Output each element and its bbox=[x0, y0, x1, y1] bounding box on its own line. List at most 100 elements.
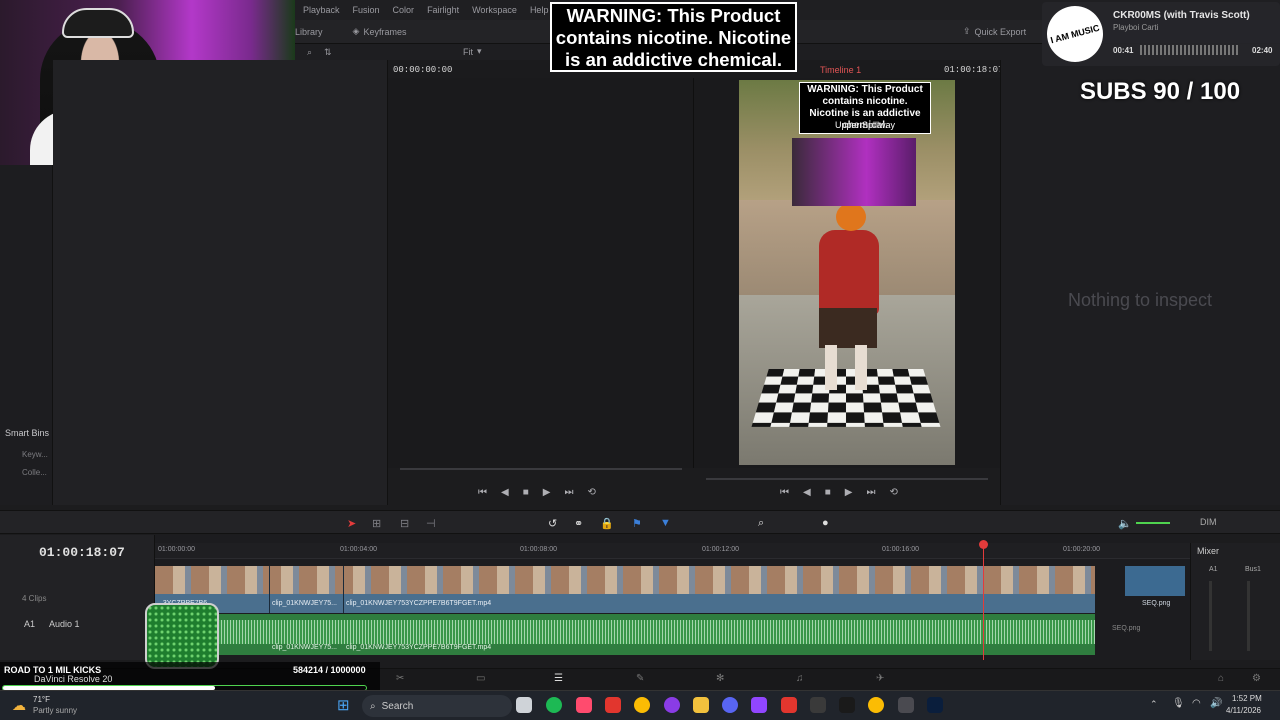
timeline-name[interactable]: Timeline 1 bbox=[820, 65, 861, 75]
media-page-icon[interactable]: ▭ bbox=[476, 673, 485, 684]
lock-icon[interactable]: 🔒 bbox=[600, 517, 614, 530]
volume-icon[interactable]: 🔈 bbox=[1118, 517, 1132, 530]
smart-bin-keywords[interactable]: Keyw... bbox=[22, 450, 48, 459]
color-page-icon[interactable]: ✻ bbox=[716, 673, 724, 684]
twitch-icon[interactable] bbox=[751, 697, 767, 713]
step-back-icon[interactable]: ◀ bbox=[803, 487, 811, 498]
skip-forward-icon[interactable]: ⏭ bbox=[564, 487, 573, 498]
dynamic-trim-icon[interactable]: ⊟ bbox=[400, 517, 409, 530]
skip-back-icon[interactable]: ⏮ bbox=[478, 487, 487, 498]
seq-png-clip[interactable] bbox=[1125, 566, 1185, 596]
loop-icon[interactable]: ⟲ bbox=[587, 487, 595, 498]
skip-forward-icon[interactable]: ⏭ bbox=[866, 487, 875, 498]
search-icon[interactable]: ⌕ bbox=[307, 47, 312, 58]
video-clip-label[interactable]: clip_01KNWJEY75... bbox=[272, 600, 337, 607]
blade-tool-icon[interactable]: ⊣ bbox=[426, 517, 436, 530]
playhead[interactable] bbox=[979, 540, 988, 660]
location-label: Upper Spillway bbox=[834, 120, 896, 130]
mic-icon[interactable]: 🎙 bbox=[1172, 698, 1185, 709]
video-app-icon[interactable] bbox=[605, 697, 621, 713]
smart-bin-collections[interactable]: Colle... bbox=[22, 468, 47, 477]
inspector-empty-text: Nothing to inspect bbox=[1067, 290, 1213, 310]
trim-tool-icon[interactable]: ⊞ bbox=[372, 517, 381, 530]
weather-desc[interactable]: Partly sunny bbox=[33, 706, 77, 715]
audio-track-name[interactable]: Audio 1 bbox=[49, 619, 80, 629]
menu-fusion[interactable]: Fusion bbox=[353, 5, 380, 15]
speaker-icon[interactable]: 🔊 bbox=[1210, 698, 1222, 709]
play-icon[interactable]: ▶ bbox=[845, 487, 853, 498]
clock-date[interactable]: 4/11/2026 bbox=[1226, 706, 1261, 715]
home-icon[interactable]: ⌂ bbox=[1218, 673, 1224, 684]
menu-fairlight[interactable]: Fairlight bbox=[427, 5, 459, 15]
clock-time[interactable]: 1:52 PM bbox=[1232, 694, 1262, 703]
playhead-handle[interactable] bbox=[979, 540, 988, 549]
character-leg bbox=[825, 345, 837, 390]
taskbar-search[interactable]: ⌕ Search bbox=[362, 695, 512, 717]
photoshop-icon[interactable] bbox=[927, 697, 943, 713]
chrome-alt-icon[interactable] bbox=[868, 697, 884, 713]
marker-icon[interactable]: ▼ bbox=[660, 517, 671, 529]
weather-icon[interactable]: ☁ bbox=[12, 697, 26, 714]
zoom-icon[interactable]: ⌕ bbox=[758, 517, 764, 530]
zoom-slider-icon[interactable]: ● bbox=[822, 517, 829, 529]
discord-icon[interactable] bbox=[722, 697, 738, 713]
folder-icon[interactable] bbox=[693, 697, 709, 713]
character-shorts bbox=[819, 308, 877, 348]
source-viewer[interactable]: ⏮ ◀ ■ ▶ ⏭ ⟲ bbox=[388, 78, 694, 498]
cut-page-icon[interactable]: ✂ bbox=[396, 673, 404, 684]
track-artist: Playboi Carti bbox=[1113, 23, 1159, 32]
step-back-icon[interactable]: ◀ bbox=[501, 487, 509, 498]
tray-chevron-icon[interactable]: ⌃ bbox=[1150, 699, 1158, 710]
fairlight-page-icon[interactable]: ♫ bbox=[796, 673, 804, 684]
program-scrubber[interactable] bbox=[706, 478, 988, 480]
video-clip-count: 4 Clips bbox=[22, 594, 47, 603]
windows-start-icon[interactable]: ⊞ bbox=[337, 696, 350, 714]
edit-page-icon[interactable]: ☰ bbox=[554, 673, 563, 684]
deliver-page-icon[interactable]: ✈ bbox=[876, 673, 884, 684]
menu-color[interactable]: Color bbox=[393, 5, 415, 15]
game-icon[interactable] bbox=[810, 697, 826, 713]
skip-back-icon[interactable]: ⏮ bbox=[780, 487, 789, 498]
selection-tool-icon[interactable]: ➤ bbox=[347, 517, 356, 530]
stop-icon[interactable]: ■ bbox=[825, 487, 831, 498]
music-app-icon[interactable] bbox=[576, 697, 592, 713]
source-scrubber[interactable] bbox=[400, 468, 682, 470]
play-icon[interactable]: ▶ bbox=[543, 487, 551, 498]
seq-clip-label[interactable]: SEQ.png bbox=[1142, 600, 1170, 607]
quick-export-button[interactable]: ⇪ Quick Export bbox=[963, 26, 1026, 37]
track-title: CKR00MS (with Travis Scott) bbox=[1113, 10, 1250, 21]
spotify-icon[interactable] bbox=[546, 697, 562, 713]
weather-temp[interactable]: 71°F bbox=[33, 695, 50, 704]
zoom-fit-dropdown[interactable]: Fit ▾ bbox=[463, 46, 482, 57]
audio-clip-label[interactable]: clip_01KNWJEY753YCZPPE7B6T9FGET.mp4 bbox=[346, 644, 491, 651]
timeline-ruler[interactable]: 01:00:00:00 01:00:04:00 01:00:08:00 01:0… bbox=[155, 543, 1190, 559]
audio-track-1[interactable]: ...3YCZPPE7B6... clip_01KNWJEY75... clip… bbox=[155, 614, 1095, 655]
davinci-icon[interactable] bbox=[898, 697, 914, 713]
video-clip-label[interactable]: clip_01KNWJEY753YCZPPE7B6T9FGET.mp4 bbox=[346, 600, 491, 607]
wifi-icon[interactable]: ◠ bbox=[1192, 698, 1201, 709]
file-explorer-icon[interactable] bbox=[516, 697, 532, 713]
menu-help[interactable]: Help bbox=[530, 5, 549, 15]
video-track-1[interactable]: ...3YCZPPE7B6... clip_01KNWJEY75... clip… bbox=[155, 566, 1095, 613]
dim-button[interactable]: DIM bbox=[1200, 517, 1217, 527]
chrome-icon[interactable] bbox=[634, 697, 650, 713]
loop-icon[interactable]: ⟲ bbox=[889, 487, 897, 498]
keyframes-button[interactable]: ◈ Keyframes bbox=[353, 26, 407, 37]
fusion-page-icon[interactable]: ✎ bbox=[636, 673, 644, 684]
audio-clip-label[interactable]: clip_01KNWJEY75... bbox=[272, 644, 337, 651]
menu-playback[interactable]: Playback bbox=[303, 5, 340, 15]
volume-slider[interactable] bbox=[1136, 522, 1170, 524]
edit-toolbar: ➤ ⊞ ⊟ ⊣ ↺ ⚭ 🔒 ⚑ ▼ ⌕ ● 🔈 DIM bbox=[0, 510, 1280, 534]
character-body bbox=[819, 230, 879, 315]
link-icon[interactable]: ⚭ bbox=[574, 517, 583, 530]
library-button[interactable]: Library bbox=[295, 27, 323, 37]
obs-icon[interactable] bbox=[664, 697, 680, 713]
menu-workspace[interactable]: Workspace bbox=[472, 5, 517, 15]
stop-icon[interactable]: ■ bbox=[523, 487, 529, 498]
flag-icon[interactable]: ⚑ bbox=[632, 517, 642, 530]
snapping-icon[interactable]: ↺ bbox=[548, 517, 557, 530]
settings-gear-icon[interactable]: ⚙ bbox=[1252, 673, 1261, 684]
record-app-icon[interactable] bbox=[781, 697, 797, 713]
terminal-icon[interactable] bbox=[839, 697, 855, 713]
sort-icon[interactable]: ⇅ bbox=[324, 47, 332, 58]
